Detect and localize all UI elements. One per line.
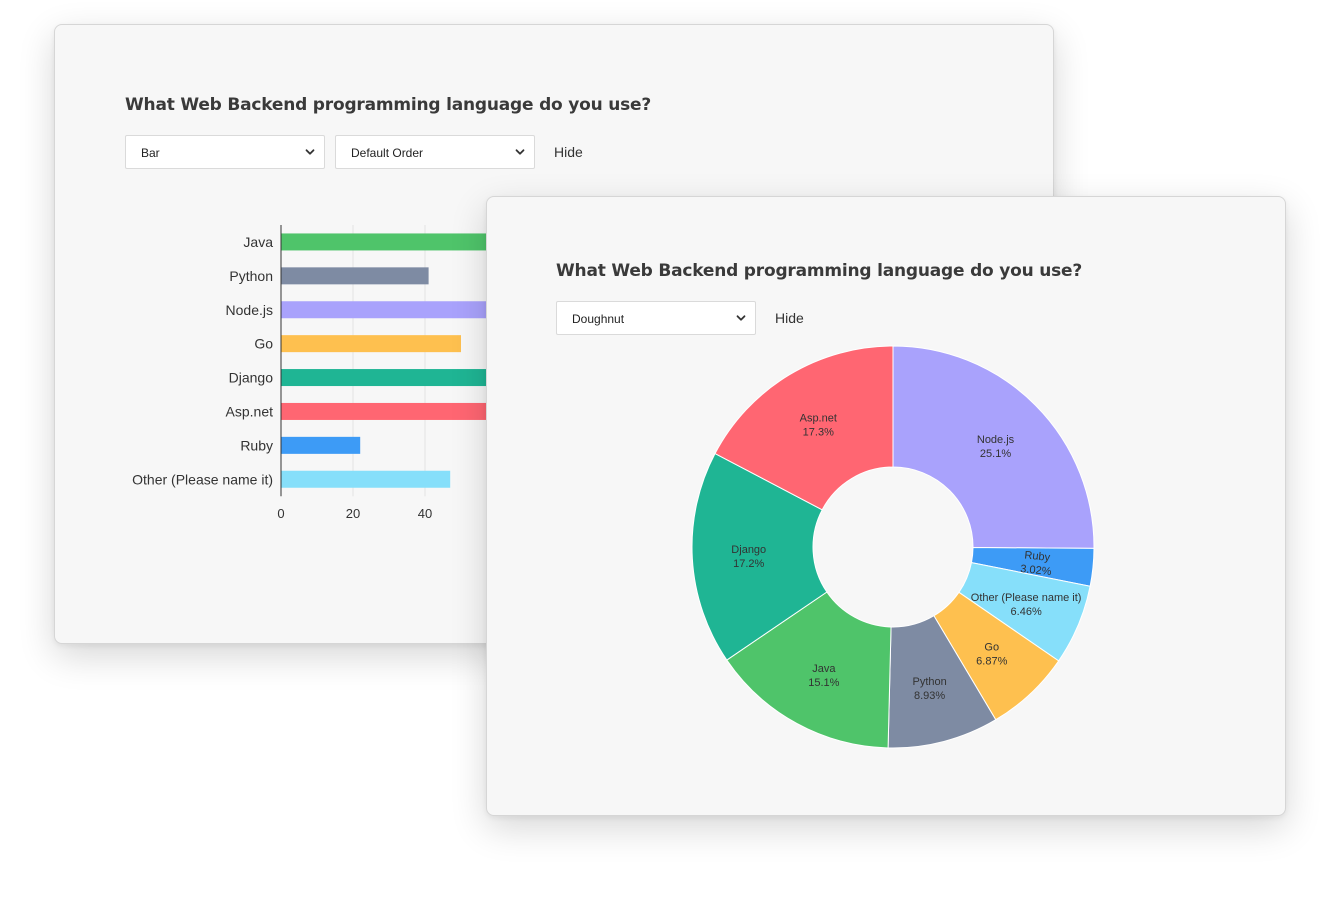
doughnut-slice-percent: 17.3%	[803, 426, 834, 438]
doughnut-slice-label: Python	[912, 676, 946, 688]
doughnut-slice-label: Node.js	[977, 434, 1015, 446]
doughnut-chart-card: What Web Backend programming language do…	[486, 196, 1286, 816]
bar-x-tick-label: 40	[418, 506, 432, 521]
bar-category-label: Django	[229, 370, 274, 386]
doughnut-slice-percent: 15.1%	[808, 677, 839, 689]
bar-go	[281, 335, 461, 353]
bar-category-label: Go	[254, 336, 273, 352]
bar-ruby	[281, 436, 361, 454]
doughnut-slice-percent: 6.87%	[976, 655, 1007, 667]
bar-category-label: Other (Please name it)	[132, 471, 273, 487]
bar-category-label: Node.js	[226, 302, 273, 318]
doughnut-slice-label: Other (Please name it)	[971, 592, 1082, 604]
doughnut-slice-label: Asp.net	[800, 412, 837, 424]
doughnut-slice-node-js	[892, 345, 1095, 549]
bar-category-label: Java	[243, 234, 273, 250]
bar-category-label: Python	[229, 268, 273, 284]
bar-category-label: Asp.net	[226, 403, 274, 419]
bar-python	[281, 267, 429, 285]
doughnut-slice-label: Django	[731, 544, 766, 556]
doughnut-slice-label: Java	[812, 663, 836, 675]
doughnut-slice-label: Go	[984, 641, 999, 653]
bar-category-label: Ruby	[240, 437, 273, 453]
doughnut-chart: Node.js25.1%Ruby3.02%Other (Please name …	[691, 345, 1095, 749]
bar-x-tick-label: 0	[277, 506, 284, 521]
bar-x-tick-label: 20	[346, 506, 360, 521]
doughnut-slice-percent: 25.1%	[980, 448, 1011, 460]
doughnut-slice-percent: 8.93%	[914, 690, 945, 702]
doughnut-slice-percent: 6.46%	[1011, 606, 1042, 618]
doughnut-slice-percent: 17.2%	[733, 558, 764, 570]
bar-other-please-name-it	[281, 470, 451, 488]
